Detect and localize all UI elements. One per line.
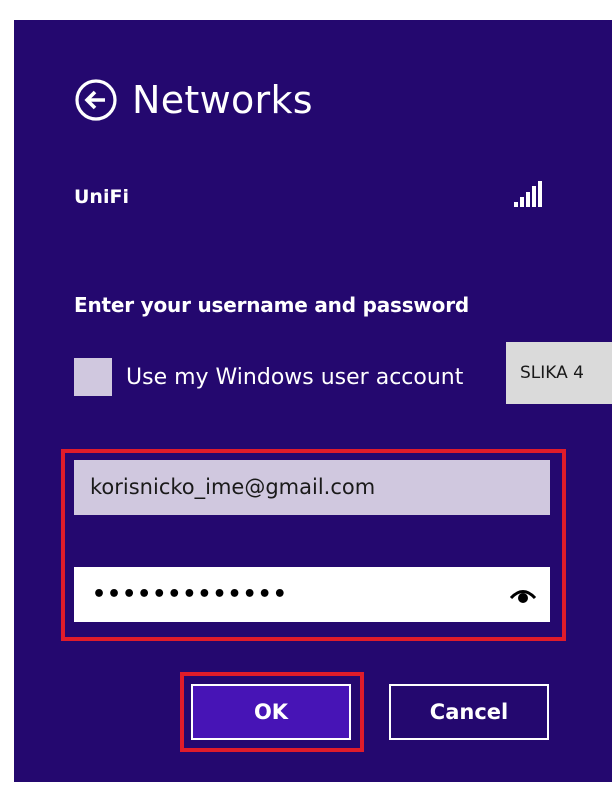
use-windows-account-option[interactable]: Use my Windows user account xyxy=(74,358,463,396)
username-input[interactable]: korisnicko_ime@gmail.com xyxy=(74,460,550,515)
header: Networks xyxy=(74,78,313,122)
password-input[interactable]: ••••••••••••• xyxy=(74,567,550,622)
use-windows-account-checkbox[interactable] xyxy=(74,358,112,396)
ok-button[interactable]: OK xyxy=(191,684,351,740)
cancel-button[interactable]: Cancel xyxy=(389,684,549,740)
figure-badge: SLIKA 4 xyxy=(506,342,612,404)
password-masked-value: ••••••••••••• xyxy=(92,582,288,607)
use-windows-account-label: Use my Windows user account xyxy=(126,364,464,390)
eye-reveal-icon[interactable] xyxy=(510,585,536,605)
back-arrow-circle-icon[interactable] xyxy=(74,78,118,122)
wifi-signal-icon xyxy=(514,181,542,207)
network-name: UniFi xyxy=(74,186,129,208)
page-title: Networks xyxy=(132,78,313,122)
credentials-prompt: Enter your username and password xyxy=(74,293,469,317)
